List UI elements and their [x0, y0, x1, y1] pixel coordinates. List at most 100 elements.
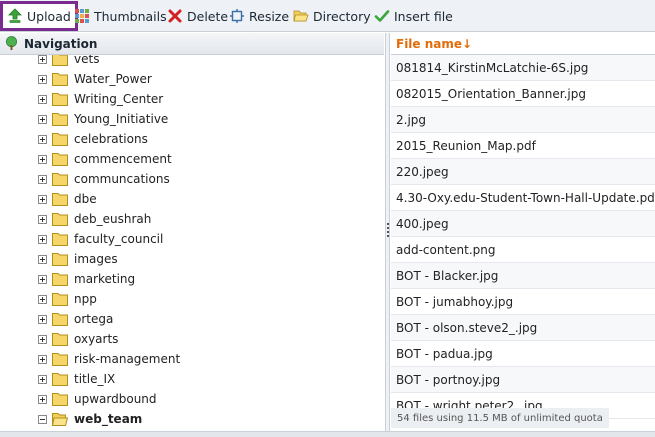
folder-icon	[52, 193, 68, 206]
folder-label: vets	[74, 55, 100, 66]
expand-icon[interactable]	[38, 55, 47, 64]
checkmark-icon	[374, 10, 390, 22]
folder-web-team[interactable]: web_team	[38, 409, 142, 429]
folder-icon	[52, 133, 68, 146]
toolbar: Upload Thumbnails Delete Resize Director…	[0, 0, 655, 32]
expand-icon[interactable]	[38, 274, 47, 284]
folder-icon	[52, 333, 68, 346]
folder-icon	[52, 253, 68, 266]
expand-icon[interactable]	[38, 254, 47, 264]
expand-icon[interactable]	[38, 374, 47, 384]
folder-icon	[52, 173, 68, 186]
delete-button[interactable]: Delete	[163, 4, 232, 28]
folder-faculty-council[interactable]: faculty_council	[38, 229, 163, 249]
folder-celebrations[interactable]: celebrations	[38, 129, 148, 149]
expand-icon[interactable]	[38, 94, 47, 104]
folder-oxyarts[interactable]: oxyarts	[38, 329, 118, 349]
folder-commencement[interactable]: commencement	[38, 149, 172, 169]
file-row[interactable]: 081814_KirstinMcLatchie-6S.jpg	[391, 55, 655, 81]
folder-label: dbe	[74, 192, 97, 206]
file-row[interactable]: BOT - portnoy.jpg	[391, 367, 655, 393]
folder-risk-management[interactable]: risk-management	[38, 349, 180, 369]
folder-young-initiative[interactable]: Young_Initiative	[38, 109, 168, 129]
file-row[interactable]: BOT - jumabhoy.jpg	[391, 289, 655, 315]
resize-label: Resize	[249, 8, 290, 24]
expand-icon[interactable]	[38, 234, 47, 244]
expand-icon[interactable]	[38, 154, 47, 164]
file-row[interactable]: BOT - Blacker.jpg	[391, 263, 655, 289]
expand-icon[interactable]	[38, 214, 47, 224]
navigation-title: Navigation	[24, 36, 98, 51]
folder-label: Water_Power	[74, 72, 152, 86]
thumbnails-button[interactable]: Thumbnails	[70, 4, 171, 28]
upload-icon	[8, 8, 22, 23]
collapse-icon[interactable]	[38, 414, 47, 424]
folder-icon	[52, 73, 68, 86]
file-list[interactable]: File name↓ 081814_KirstinMcLatchie-6S.jp…	[391, 33, 655, 431]
folder-upwardbound[interactable]: upwardbound	[38, 389, 157, 409]
grip-dots-icon	[387, 223, 389, 237]
folder-dbe[interactable]: dbe	[38, 189, 97, 209]
file-row[interactable]: BOT - olson.steve2_.jpg	[391, 315, 655, 341]
folder-open-icon	[293, 10, 309, 22]
navigation-header: Navigation	[0, 33, 384, 55]
folder-label: celebrations	[74, 132, 148, 146]
resize-button[interactable]: Resize	[225, 4, 293, 28]
folder-label: Writing_Center	[74, 92, 164, 106]
folder-icon	[52, 153, 68, 166]
file-row[interactable]: 2015_Reunion_Map.pdf	[391, 133, 655, 159]
folder-deb-eushrah[interactable]: deb_eushrah	[38, 209, 151, 229]
upload-button[interactable]: Upload	[0, 1, 78, 31]
folder-tree[interactable]: vets Water_Power Writing_Center Young_In…	[0, 55, 384, 431]
tree-icon	[5, 36, 18, 51]
expand-icon[interactable]	[38, 114, 47, 124]
expand-icon[interactable]	[38, 314, 47, 324]
folder-marketing[interactable]: marketing	[38, 269, 135, 289]
folder-ortega[interactable]: ortega	[38, 309, 113, 329]
expand-icon[interactable]	[38, 174, 47, 184]
folder-vets[interactable]: vets	[38, 55, 99, 69]
folder-label: Young_Initiative	[74, 112, 169, 126]
file-row[interactable]: 4.30-Oxy.edu-Student-Town-Hall-Update.pd…	[391, 185, 655, 211]
file-row[interactable]: 220.jpeg	[391, 159, 655, 185]
file-row[interactable]: 400.jpeg	[391, 211, 655, 237]
folder-water-power[interactable]: Water_Power	[38, 69, 152, 89]
folder-label: marketing	[74, 272, 136, 286]
folder-images[interactable]: images	[38, 249, 118, 269]
folder-label: faculty_council	[74, 232, 164, 246]
folder-icon	[52, 55, 68, 66]
file-row[interactable]: add-content.png	[391, 237, 655, 263]
expand-icon[interactable]	[38, 74, 47, 84]
expand-icon[interactable]	[38, 194, 47, 204]
expand-icon[interactable]	[38, 354, 47, 364]
expand-icon[interactable]	[38, 294, 47, 304]
folder-icon	[52, 213, 68, 226]
bottom-scrollbar[interactable]	[0, 431, 655, 437]
file-name-column-header[interactable]: File name↓	[391, 33, 655, 55]
folder-title-ix[interactable]: title_IX	[38, 369, 115, 389]
folder-icon	[52, 393, 68, 406]
folder-icon	[52, 293, 68, 306]
delete-x-icon	[168, 9, 182, 23]
folder-open-icon	[52, 413, 68, 426]
folder-icon	[52, 313, 68, 326]
expand-icon[interactable]	[38, 134, 47, 144]
expand-icon[interactable]	[38, 394, 47, 404]
folder-npp[interactable]: npp	[38, 289, 97, 309]
folder-icon	[52, 353, 68, 366]
folder-communcations[interactable]: communcations	[38, 169, 170, 189]
file-row[interactable]: BOT - padua.jpg	[391, 341, 655, 367]
folder-icon	[52, 373, 68, 386]
file-row[interactable]: 2.jpg	[391, 107, 655, 133]
folder-label: commencement	[74, 152, 172, 166]
folder-icon	[52, 273, 68, 286]
expand-icon[interactable]	[38, 334, 47, 344]
folder-writing-center[interactable]: Writing_Center	[38, 89, 163, 109]
resize-icon	[230, 9, 244, 23]
folder-label: deb_eushrah	[74, 212, 152, 226]
directory-button[interactable]: Directory	[289, 4, 375, 28]
insert-file-button[interactable]: Insert file	[370, 4, 457, 28]
pane-splitter[interactable]	[385, 33, 390, 431]
upload-label: Upload	[27, 8, 71, 24]
file-row[interactable]: 082015_Orientation_Banner.jpg	[391, 81, 655, 107]
